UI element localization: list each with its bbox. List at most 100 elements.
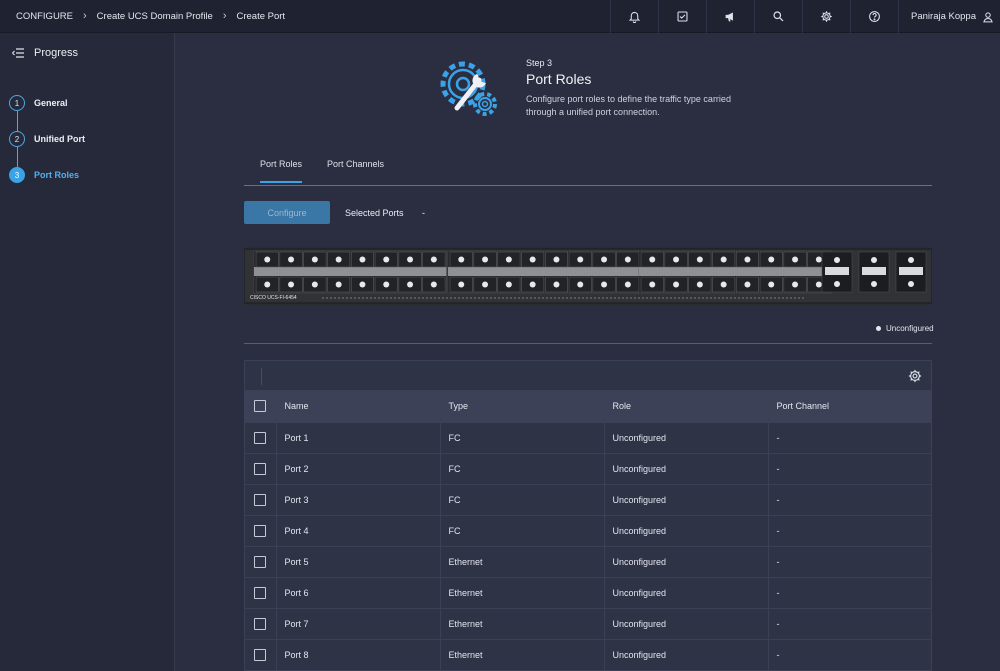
- port-status-dot: [505, 281, 512, 288]
- column-header-role[interactable]: Role: [604, 391, 769, 422]
- port-status-dot: [288, 281, 295, 288]
- port-status-dot: [577, 281, 584, 288]
- port-status-dot: [335, 281, 342, 288]
- vent-hole: [706, 297, 708, 299]
- vent-hole: [718, 297, 720, 299]
- table-row[interactable]: Port 4 FC Unconfigured -: [245, 515, 931, 546]
- breadcrumb-configure[interactable]: CONFIGURE: [16, 11, 73, 22]
- row-checkbox[interactable]: [254, 648, 266, 661]
- port-status-dot: [383, 281, 390, 288]
- vent-hole: [622, 297, 624, 299]
- port-status-dot: [529, 256, 536, 263]
- vent-hole: [474, 297, 476, 299]
- table-row[interactable]: Port 7 Ethernet Unconfigured -: [245, 608, 931, 639]
- step-general[interactable]: 1 General: [0, 85, 174, 121]
- uplink-port: [862, 267, 886, 275]
- port-status-dot: [458, 281, 465, 288]
- vent-hole: [690, 297, 692, 299]
- vent-hole: [774, 297, 776, 299]
- port-status-dot: [792, 256, 799, 263]
- main-content: Step 3 Port Roles Configure port roles t…: [176, 33, 1000, 671]
- row-checkbox[interactable]: [254, 586, 266, 599]
- vent-hole: [650, 297, 652, 299]
- column-header-port-channel[interactable]: Port Channel: [768, 391, 931, 422]
- cell-type: Ethernet: [440, 639, 605, 670]
- vent-hole: [538, 297, 540, 299]
- port-status-dot: [430, 256, 437, 263]
- row-select-cell: [245, 515, 277, 546]
- port-status-dot: [264, 281, 271, 288]
- vent-hole: [734, 297, 736, 299]
- step-number: 2: [9, 131, 25, 147]
- table-row[interactable]: Port 2 FC Unconfigured -: [245, 453, 931, 484]
- vent-hole: [534, 297, 536, 299]
- row-checkbox[interactable]: [254, 524, 266, 537]
- collapse-menu-icon[interactable]: [12, 48, 24, 58]
- vent-hole: [330, 297, 332, 299]
- row-checkbox[interactable]: [254, 462, 266, 475]
- port-group-bar: [448, 267, 641, 276]
- select-all-checkbox[interactable]: [254, 400, 266, 413]
- help-icon[interactable]: [850, 0, 898, 33]
- vent-hole: [466, 297, 468, 299]
- checklist-icon[interactable]: [658, 0, 706, 33]
- column-header-type[interactable]: Type: [440, 391, 605, 422]
- vent-hole: [322, 297, 324, 299]
- vent-hole: [802, 297, 804, 299]
- row-checkbox[interactable]: [254, 493, 266, 506]
- vent-hole: [610, 297, 612, 299]
- step-label: General: [34, 98, 68, 108]
- table-settings-gear-icon[interactable]: [908, 369, 922, 383]
- vent-hole: [478, 297, 480, 299]
- chevron-right-icon: ›: [83, 10, 87, 22]
- vent-hole: [518, 297, 520, 299]
- configure-button[interactable]: Configure: [244, 201, 330, 224]
- vent-hole: [510, 297, 512, 299]
- vent-hole: [526, 297, 528, 299]
- row-select-cell: [245, 577, 277, 608]
- cell-port-channel: -: [776, 618, 780, 629]
- search-icon[interactable]: [754, 0, 802, 33]
- port-status-dot: [768, 281, 775, 288]
- uplink-port: [825, 267, 849, 275]
- vent-hole: [398, 297, 400, 299]
- breadcrumb-create-ucs-domain-profile[interactable]: Create UCS Domain Profile: [97, 11, 213, 22]
- vent-hole: [490, 297, 492, 299]
- port-status-dot: [815, 281, 822, 288]
- port-status-dot: [407, 256, 414, 263]
- table-row[interactable]: Port 6 Ethernet Unconfigured -: [245, 577, 931, 608]
- column-header-name[interactable]: Name: [276, 391, 441, 422]
- row-select-cell: [245, 484, 277, 515]
- row-select-cell: [245, 453, 277, 484]
- table-row[interactable]: Port 3 FC Unconfigured -: [245, 484, 931, 515]
- vent-hole: [630, 297, 632, 299]
- vent-hole: [598, 297, 600, 299]
- tab-port-channels[interactable]: Port Channels: [327, 159, 384, 181]
- port-status-dot: [383, 256, 390, 263]
- table-row[interactable]: Port 1 FC Unconfigured -: [245, 422, 931, 453]
- port-status-dot: [601, 256, 608, 263]
- vent-hole: [482, 297, 484, 299]
- vent-hole: [790, 297, 792, 299]
- progress-header: Progress: [0, 33, 174, 73]
- step-port-roles[interactable]: 3 Port Roles: [0, 157, 174, 193]
- vent-hole: [626, 297, 628, 299]
- step-unified-port[interactable]: 2 Unified Port: [0, 121, 174, 157]
- gear-icon[interactable]: [802, 0, 850, 33]
- cell-port-channel: -: [776, 525, 780, 536]
- cell-role: Unconfigured: [604, 639, 769, 670]
- user-menu[interactable]: Paniraja Koppa: [898, 0, 1000, 33]
- row-checkbox[interactable]: [254, 555, 266, 568]
- table-row[interactable]: Port 8 Ethernet Unconfigured -: [245, 639, 931, 670]
- breadcrumb: CONFIGURE › Create UCS Domain Profile › …: [0, 0, 285, 33]
- row-checkbox[interactable]: [254, 617, 266, 630]
- table-row[interactable]: Port 5 Ethernet Unconfigured -: [245, 546, 931, 577]
- megaphone-icon[interactable]: [706, 0, 754, 33]
- tab-port-roles[interactable]: Port Roles: [260, 159, 303, 183]
- ports-table: Name Type Role Port Channel Port 1 FC Un…: [245, 391, 931, 670]
- vent-hole: [410, 297, 412, 299]
- vent-hole: [574, 297, 576, 299]
- row-checkbox[interactable]: [254, 431, 266, 444]
- bell-icon[interactable]: [610, 0, 658, 33]
- vent-hole: [338, 297, 340, 299]
